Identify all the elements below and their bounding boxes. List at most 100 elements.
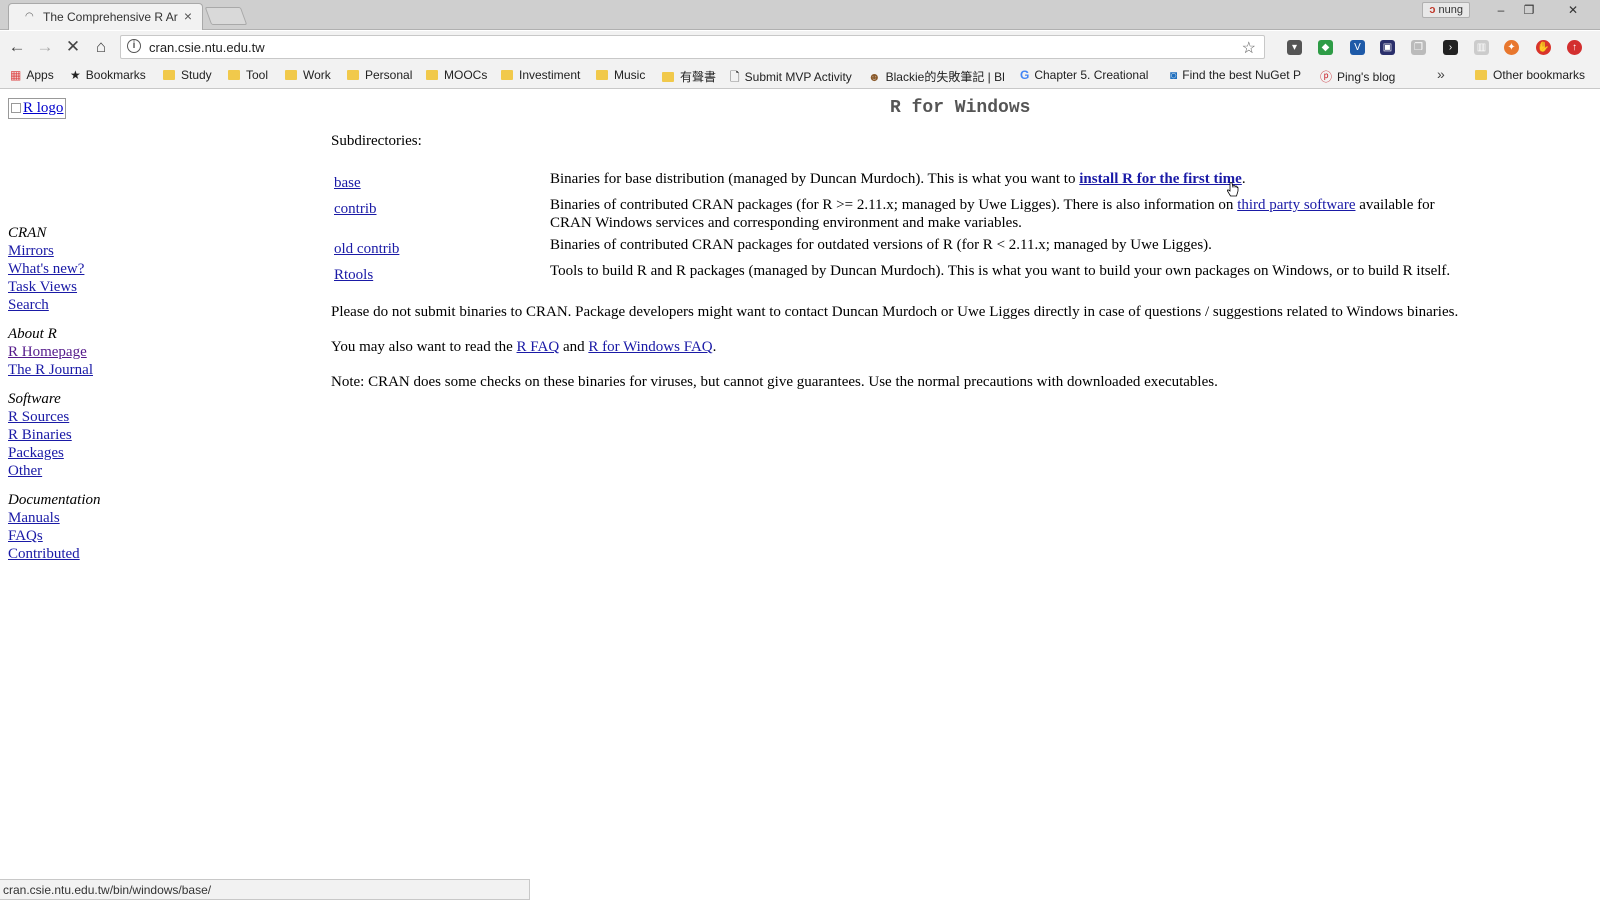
faq-text: and <box>559 339 589 355</box>
bookmark-label: Ping's blog <box>1337 70 1396 84</box>
sidebar-link-search[interactable]: Search <box>8 296 148 314</box>
profile-name: nung <box>1438 4 1463 16</box>
table-row: old contrib Binaries of contributed CRAN… <box>331 234 1457 260</box>
bookmark-folder-study[interactable]: Study <box>163 68 212 82</box>
vimium-extension-icon[interactable]: V <box>1350 40 1365 55</box>
bookmark-folder-music[interactable]: Music <box>596 68 645 82</box>
bookmark-apps[interactable]: ▦ Apps <box>10 68 54 82</box>
bookmark-folder-investiment[interactable]: Investiment <box>501 68 580 82</box>
star-icon: ★ <box>70 68 81 82</box>
update-extension-icon[interactable]: ↑ <box>1567 40 1582 55</box>
minimize-button[interactable]: – <box>1488 2 1514 18</box>
r-windows-faq-link[interactable]: R for Windows FAQ <box>588 339 712 355</box>
sidebar-link-mirrors[interactable]: Mirrors <box>8 242 148 260</box>
sidebar-heading: Documentation <box>8 492 101 508</box>
sidebar-link-task-views[interactable]: Task Views <box>8 278 148 296</box>
google-icon: G <box>1020 68 1030 82</box>
sidebar-link-faqs[interactable]: FAQs <box>8 527 148 545</box>
subdir-link-rtools[interactable]: Rtools <box>334 267 373 283</box>
stop-button[interactable]: ✕ <box>63 37 83 57</box>
folder-icon <box>596 70 608 80</box>
browser-toolbar: ← → ✕ ⌂ i cran.csie.ntu.edu.tw ☆ ▾ ◆ V ▣… <box>0 31 1600 63</box>
bookmark-pings-blog[interactable]: ⓟ Ping's blog <box>1320 68 1395 85</box>
subdir-link-base[interactable]: base <box>334 175 361 191</box>
pocket-extension-icon[interactable]: ▾ <box>1287 40 1302 55</box>
bookmark-blackie[interactable]: ☻ Blackie的失敗筆記 | Bl <box>868 68 1010 85</box>
third-party-software-link[interactable]: third party software <box>1237 197 1355 213</box>
sidebar-link-manuals[interactable]: Manuals <box>8 509 148 527</box>
restore-button[interactable]: ❐ <box>1516 2 1542 18</box>
terminal-extension-icon[interactable]: › <box>1443 40 1458 55</box>
bookmark-folder-work[interactable]: Work <box>285 68 331 82</box>
sidebar-link-r-journal[interactable]: The R Journal <box>8 361 148 379</box>
no-submit-note: Please do not submit binaries to CRAN. P… <box>331 304 1459 320</box>
subdir-desc-rtools: Tools to build R and R packages (managed… <box>550 263 1451 279</box>
bookmark-label: Chapter 5. Creational <box>1034 68 1149 82</box>
bookmark-other[interactable]: Other bookmarks <box>1475 68 1585 82</box>
install-r-first-time-link[interactable]: install R for the first time <box>1079 171 1242 187</box>
profile-icon: ↄ <box>1429 4 1436 16</box>
nuget-icon: ◙ <box>1170 68 1178 82</box>
bookmarks-overflow-button[interactable]: » <box>1437 66 1445 82</box>
bookmark-label: Apps <box>26 68 54 82</box>
bookmark-nuget[interactable]: ◙ Find the best NuGet P <box>1170 68 1310 82</box>
status-bubble: cran.csie.ntu.edu.tw/bin/windows/base/ <box>0 879 530 900</box>
folder-icon <box>163 70 175 80</box>
sidebar-section-about: About R R Homepage The R Journal <box>8 325 148 379</box>
loading-favicon-icon: ◠ <box>25 11 34 22</box>
onenote-extension-icon[interactable]: ▣ <box>1380 40 1395 55</box>
tab-title: The Comprehensive R Ar <box>43 10 178 24</box>
sidebar-section-cran: CRAN Mirrors What's new? Task Views Sear… <box>8 224 148 314</box>
bookmark-star-icon[interactable]: ☆ <box>1242 38 1256 58</box>
bookmark-folder-moocs[interactable]: MOOCs <box>426 68 487 82</box>
address-bar[interactable]: i cran.csie.ntu.edu.tw ☆ <box>120 35 1265 59</box>
browser-tab[interactable]: ◠ The Comprehensive R Ar × <box>8 3 203 30</box>
copy-extension-icon[interactable]: ❐ <box>1411 40 1426 55</box>
sidebar-link-r-sources[interactable]: R Sources <box>8 408 148 426</box>
bookmarks-bar: ▦ Apps ★ Bookmarks Study Tool Work Persona… <box>0 63 1600 89</box>
addon-extension-icon[interactable]: ✦ <box>1504 40 1519 55</box>
bookmark-label: Find the best NuGet P <box>1182 68 1301 82</box>
sidebar-link-r-homepage[interactable]: R Homepage <box>8 343 148 361</box>
r-faq-link[interactable]: R FAQ <box>517 339 560 355</box>
sidebar-link-packages[interactable]: Packages <box>8 444 148 462</box>
home-button[interactable]: ⌂ <box>91 37 111 57</box>
subdir-desc-contrib: Binaries of contributed CRAN packages (f… <box>550 197 1238 213</box>
main-content: Subdirectories: base Binaries for base d… <box>331 132 1591 391</box>
subdir-link-old-contrib[interactable]: old contrib <box>334 241 399 257</box>
adblock-extension-icon[interactable]: ✋ <box>1536 40 1551 55</box>
new-tab-button[interactable] <box>204 7 248 25</box>
bookmark-label: Personal <box>365 68 413 82</box>
table-row: Rtools Tools to build R and R packages (… <box>331 260 1457 286</box>
site-info-icon[interactable]: i <box>127 39 141 53</box>
profile-button[interactable]: ↄ nung <box>1422 2 1470 18</box>
r-logo-link[interactable]: R logo <box>8 98 67 119</box>
virus-check-note: Note: CRAN does some checks on these bin… <box>331 374 1218 390</box>
bookmark-folder-personal[interactable]: Personal <box>347 68 412 82</box>
folder-icon <box>228 70 240 80</box>
bookmark-folder-tool[interactable]: Tool <box>228 68 268 82</box>
bookmark-submit-mvp[interactable]: 🗋 Submit MVP Activity <box>730 68 852 89</box>
sidebar-link-contributed[interactable]: Contributed <box>8 545 148 563</box>
subdir-link-contrib[interactable]: contrib <box>334 201 377 217</box>
window-close-button[interactable]: ✕ <box>1560 2 1586 18</box>
sidebar-link-whats-new[interactable]: What's new? <box>8 260 148 278</box>
feedly-extension-icon[interactable]: ◆ <box>1318 40 1333 55</box>
subdirectories-table: base Binaries for base distribution (man… <box>331 168 1457 286</box>
bookmark-label: Study <box>181 68 212 82</box>
forward-button[interactable]: → <box>35 37 55 57</box>
folder-icon <box>426 70 438 80</box>
tab-close-icon[interactable]: × <box>184 8 192 24</box>
back-button[interactable]: ← <box>7 37 27 57</box>
bookmark-folder-audiobooks[interactable]: 有聲書 <box>662 68 716 85</box>
faq-text: You may also want to read the <box>331 339 517 355</box>
bookmark-chapter5[interactable]: G Chapter 5. Creational <box>1020 68 1160 82</box>
address-url[interactable]: cran.csie.ntu.edu.tw <box>149 40 265 55</box>
reader-extension-icon[interactable]: ▥ <box>1474 40 1489 55</box>
folder-icon <box>501 70 513 80</box>
bookmark-bookmarks[interactable]: ★ Bookmarks <box>70 68 146 82</box>
page-title: R for Windows <box>890 98 1031 118</box>
sidebar-link-other[interactable]: Other <box>8 462 148 480</box>
sidebar-link-r-binaries[interactable]: R Binaries <box>8 426 148 444</box>
folder-icon <box>1475 70 1487 80</box>
